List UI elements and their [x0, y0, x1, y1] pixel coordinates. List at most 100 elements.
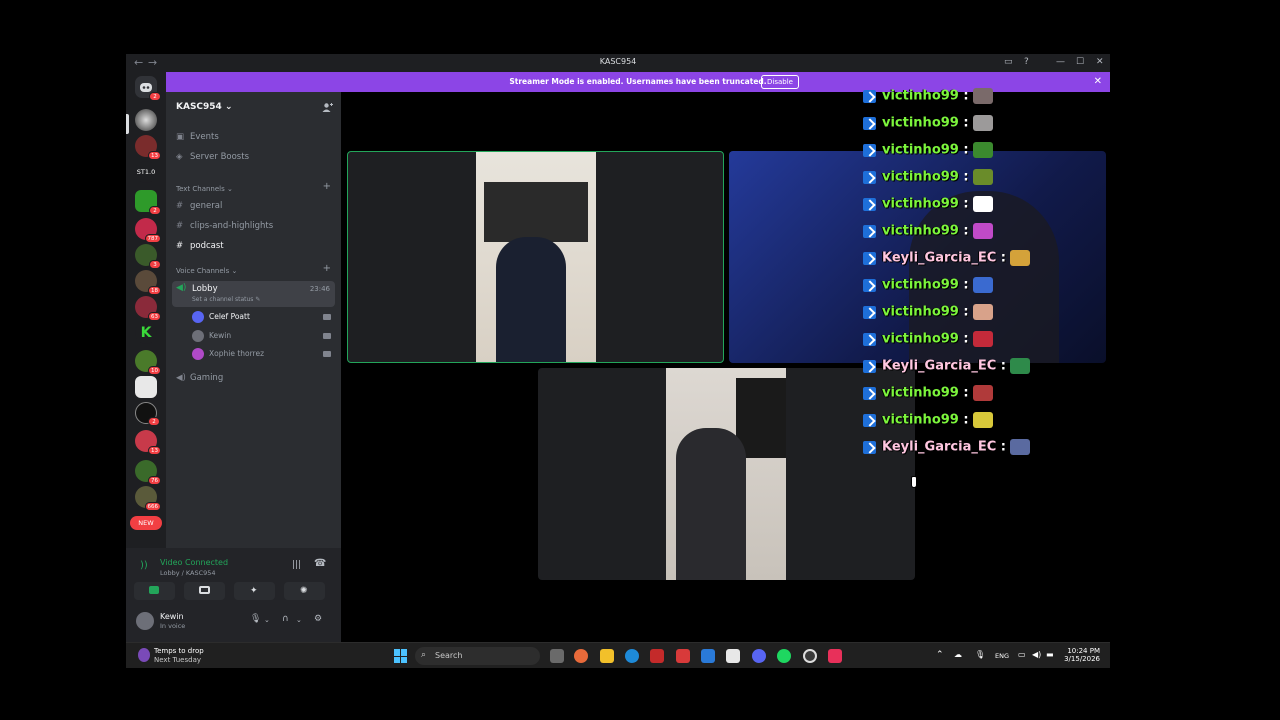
mcafee-icon[interactable]	[650, 649, 664, 663]
channel-podcast[interactable]: # podcast	[176, 241, 224, 257]
voice-location[interactable]: Lobby / KASC954	[160, 569, 216, 577]
inbox-icon[interactable]: ▭	[1004, 57, 1013, 67]
text-channels-category[interactable]: Text Channels ⌄	[176, 185, 233, 193]
server-icon[interactable]: 63	[135, 296, 161, 321]
taskbar-search[interactable]: ⌕ Search	[415, 647, 540, 665]
chat-message: victinho99 :	[863, 412, 993, 432]
voice-connection-panel: )) Video Connected Lobby / KASC954 ||| ☎…	[126, 548, 341, 642]
new-unreads-badge[interactable]: NEW	[130, 516, 162, 530]
server-icon[interactable]: 666	[135, 486, 161, 511]
activities-button[interactable]: ✦	[234, 582, 275, 600]
voice-channels-category[interactable]: Voice Channels ⌄	[176, 267, 237, 275]
battery-icon[interactable]: ▬	[1046, 650, 1054, 659]
server-icon-k[interactable]: K	[135, 322, 157, 344]
emote-icon	[972, 331, 993, 347]
chat-message: Keyli_Garcia_EC :	[863, 250, 1030, 270]
server-icon[interactable]: 3	[135, 244, 161, 269]
chevron-down-icon[interactable]: ⌄	[264, 616, 270, 624]
poster	[484, 182, 588, 242]
close-window-button[interactable]: ✕	[1096, 57, 1104, 67]
screen-share-button[interactable]	[184, 582, 225, 600]
server-icon[interactable]: 13	[135, 135, 161, 160]
channel-clips-and-highlights[interactable]: # clips-and-highlights	[176, 221, 273, 237]
discord-home-icon[interactable]: 2	[135, 76, 161, 101]
voice-user[interactable]: Celef Poatt	[192, 311, 250, 327]
soundboard-icon: ✺	[300, 586, 308, 596]
screen-share-icon	[199, 586, 210, 594]
minimize-button[interactable]: —	[1056, 57, 1065, 67]
events-item[interactable]: ▣ Events	[176, 132, 219, 148]
language-indicator[interactable]: ENG	[995, 652, 1009, 660]
discord-icon[interactable]	[752, 649, 766, 663]
platform-icon	[863, 332, 876, 346]
emote-icon	[972, 277, 993, 293]
edge-icon[interactable]	[625, 649, 639, 663]
app-icon[interactable]	[676, 649, 690, 663]
server-icon[interactable]: 13	[135, 430, 161, 455]
chat-username: victinho99	[882, 142, 959, 158]
server-icon-kasc[interactable]	[135, 109, 157, 131]
help-icon[interactable]: ?	[1024, 57, 1029, 67]
microphone-icon[interactable]: 🎙	[250, 614, 261, 624]
add-text-channel-icon[interactable]: +	[323, 181, 331, 192]
channel-general[interactable]: # general	[176, 201, 222, 217]
avatar	[192, 330, 204, 342]
microphone-tray-icon[interactable]: 🎙	[975, 650, 985, 659]
clock[interactable]: 10:24 PM 3/15/2026	[1064, 647, 1100, 663]
settings-gear-icon[interactable]: ⚙	[314, 614, 322, 624]
server-icon[interactable]: 2	[135, 402, 160, 426]
task-view-icon[interactable]	[550, 649, 564, 663]
server-icon[interactable]: 787	[135, 218, 161, 243]
maximize-button[interactable]: ☐	[1076, 57, 1084, 67]
video-tile-celef[interactable]	[347, 151, 724, 363]
server-icon[interactable]: 2	[135, 190, 161, 215]
add-voice-channel-icon[interactable]: +	[323, 263, 331, 274]
home-badge: 2	[149, 92, 161, 101]
avatar[interactable]	[136, 612, 154, 630]
lobby-channel[interactable]: ◀) Lobby 23:46 Set a channel status ✎	[172, 281, 335, 307]
server-name-dropdown[interactable]: KASC954 ⌄	[176, 102, 233, 112]
outlook-icon[interactable]	[701, 649, 715, 663]
disconnect-icon[interactable]: ☎	[314, 558, 326, 569]
video-tile-xophie[interactable]	[538, 368, 915, 580]
weather-icon[interactable]	[138, 648, 150, 662]
chat-username: Keyli_Garcia_EC	[882, 358, 997, 374]
copilot-icon[interactable]	[574, 649, 588, 663]
store-icon[interactable]	[726, 649, 740, 663]
server-icon-st[interactable]: ST1.0	[135, 161, 157, 183]
server-icon-sbu[interactable]	[135, 376, 157, 398]
emote-icon	[972, 196, 993, 212]
server-icon[interactable]: 10	[135, 350, 161, 375]
disable-streamer-mode-button[interactable]: Disable	[761, 75, 799, 89]
volume-icon[interactable]: ◀)	[1032, 650, 1041, 659]
voice-user[interactable]: Xophie thorrez	[192, 348, 264, 364]
tiktok-icon[interactable]	[828, 649, 842, 663]
obs-icon[interactable]	[803, 649, 817, 663]
voice-user[interactable]: Kewin	[192, 330, 231, 346]
windows-start-icon[interactable]	[394, 649, 408, 663]
tray-app-icon[interactable]: ☁	[954, 650, 962, 659]
file-explorer-icon[interactable]	[600, 649, 614, 663]
weather-title[interactable]: Temps to drop	[154, 647, 204, 655]
weather-subtitle: Next Tuesday	[154, 656, 202, 664]
platform-icon	[863, 143, 876, 157]
chevron-down-icon[interactable]: ⌄	[296, 616, 302, 624]
invite-icon[interactable]	[322, 102, 333, 113]
chat-message: Keyli_Garcia_EC :	[863, 439, 1030, 459]
set-channel-status[interactable]: Set a channel status ✎	[192, 296, 260, 303]
network-icon[interactable]: ▭	[1018, 650, 1026, 659]
camera-button[interactable]	[134, 582, 175, 600]
noise-suppression-icon[interactable]: |||	[292, 560, 301, 570]
soundboard-button[interactable]: ✺	[284, 582, 325, 600]
show-hidden-icons[interactable]: ⌃	[936, 650, 944, 660]
server-icon[interactable]: 76	[135, 460, 161, 485]
server-icon[interactable]: 18	[135, 270, 161, 295]
chat-username: victinho99	[882, 277, 959, 293]
chat-separator: :	[963, 412, 969, 428]
server-boosts-item[interactable]: ◈ Server Boosts	[176, 152, 249, 168]
spotify-icon[interactable]	[777, 649, 791, 663]
channel-gaming[interactable]: ◀) Gaming	[176, 373, 223, 389]
chat-username: victinho99	[882, 88, 959, 104]
close-banner-icon[interactable]: ✕	[1094, 76, 1102, 87]
headphones-icon[interactable]: ∩	[282, 614, 289, 624]
